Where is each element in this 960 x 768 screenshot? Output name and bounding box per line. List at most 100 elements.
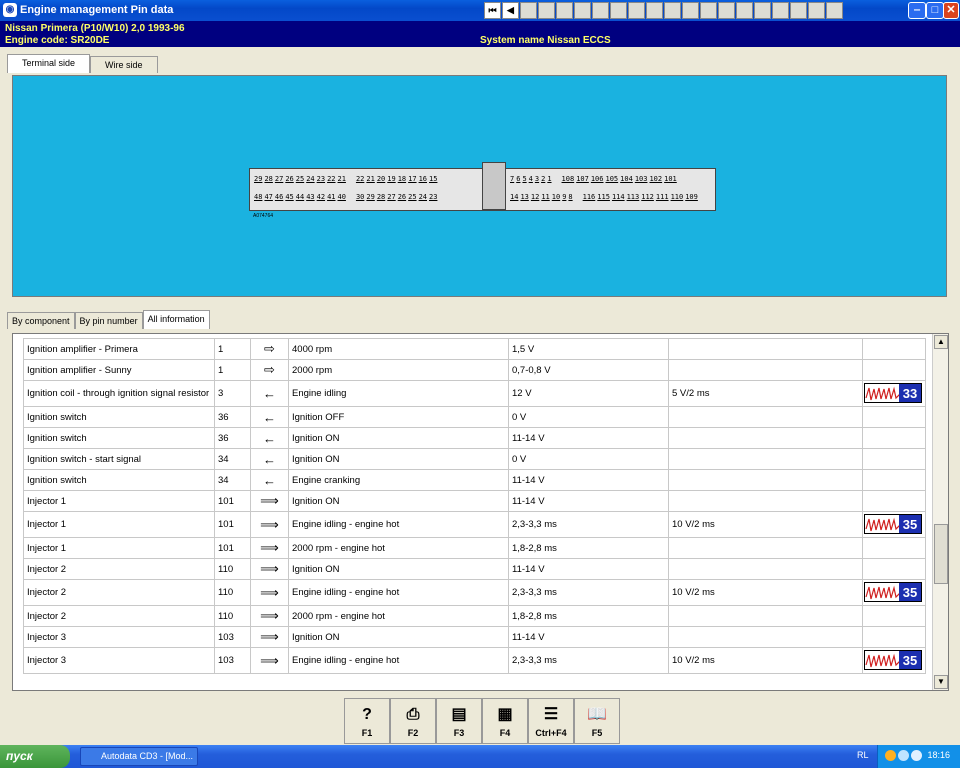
tool-icon[interactable] [664,2,681,19]
app-icon: ◉ [3,3,17,17]
component-cell: Injector 1 [23,511,215,538]
info-icon[interactable] [754,2,771,19]
fkey-label: F3 [453,728,465,738]
tab-by-pin-number[interactable]: By pin number [74,312,143,329]
table-row[interactable]: Ignition amplifier - Primera 1 ⇨ 4000 rpm 1,… [23,338,926,360]
wrench-icon[interactable] [556,2,573,19]
waveform-cell[interactable]: 35 [862,579,926,606]
table-row[interactable]: Ignition amplifier - Sunny 1 ⇨ 2000 rpm 0,7-… [23,359,926,381]
table-row[interactable]: Injector 2 110 ⟹ 2000 rpm - engine hot 1,8-2… [23,605,926,627]
fkey-button-f3[interactable]: ▤ F3 [436,698,482,744]
connector-pin: 110 [670,193,684,201]
tab-by-component[interactable]: By component [7,312,75,329]
table-row[interactable]: Ignition switch 34 ← Engine cranking 11-14 V [23,469,926,491]
calendar-icon[interactable] [718,2,735,19]
printer-icon[interactable] [898,750,909,761]
waveform-button[interactable]: 35 [864,649,922,670]
copy-icon: ▤ [451,706,467,723]
connector-pin: 104 [620,175,633,183]
table-row[interactable]: Injector 1 101 ⟹ Engine idling - engine hot… [23,511,926,538]
component-cell: Ignition switch - start signal [23,448,215,470]
check-icon[interactable] [682,2,699,19]
key-icon[interactable] [808,2,825,19]
belt-icon[interactable] [628,2,645,19]
vehicle-info-bar: Nissan Primera (P10/W10) 2,0 1993-96 Eng… [0,21,960,47]
cdrom-icon[interactable] [790,2,807,19]
component-cell: Ignition switch [23,469,215,491]
maximize-button[interactable]: □ [926,2,944,19]
gauge-icon[interactable] [592,2,609,19]
book-icon[interactable] [538,2,555,19]
waveform-cell[interactable]: 35 [862,647,926,674]
list-tabs: By component By pin number All informati… [7,310,210,329]
fkey-button-f1[interactable]: ? F1 [344,698,390,744]
component-icon[interactable] [646,2,663,19]
pin-cell: 101 [214,490,251,512]
pin-cell: 110 [214,605,251,627]
table-row[interactable]: Ignition switch - start signal 34 ← Ignitio… [23,448,926,470]
connector-pin: 13 [520,193,529,201]
clock-icon[interactable] [574,2,591,19]
fkey-button-f5[interactable]: 📖 F5 [574,698,620,744]
waveform-cell [862,406,926,428]
scroll-down-icon[interactable]: ▼ [934,675,948,689]
tab-terminal-side[interactable]: Terminal side [7,54,91,73]
connector-key [482,162,506,210]
page-icon[interactable] [610,2,627,19]
connector-pin: 113 [626,193,640,201]
window-titlebar: ◉ Engine management Pin data ⏮ ◀ ‒ □ ✕ [0,0,960,21]
table-row[interactable]: Ignition switch 36 ← Ignition ON 11-14 V [23,427,926,449]
scope-setting-cell [668,406,863,428]
taskbar-item-autodata[interactable]: Autodata CD3 - [Mod... [80,747,198,766]
warning-icon[interactable] [520,2,537,19]
close-button[interactable]: ✕ [943,2,959,19]
waveform-cell[interactable]: 33 [862,380,926,407]
table-row[interactable]: Ignition coil - through ignition signal … [23,380,926,407]
waveform-button[interactable]: 35 [864,513,922,534]
connector-pin: 24 [306,175,315,183]
scope-setting-cell [668,469,863,491]
waveform-cell[interactable]: 35 [862,511,926,538]
fkey-button-f4[interactable]: ▦ F4 [482,698,528,744]
vertical-scrollbar[interactable]: ▲ ▼ [932,334,948,690]
scroll-thumb[interactable] [934,524,948,584]
fkey-button-ctrl-f4[interactable]: ☰ Ctrl+F4 [528,698,574,744]
network-icon[interactable] [885,750,896,761]
waveform-button[interactable]: 33 [864,382,922,403]
table-row[interactable]: Injector 3 103 ⟹ Engine idling - engine hot… [23,647,926,674]
service-icon[interactable] [772,2,789,19]
note-icon[interactable] [826,2,843,19]
fkey-button-f2[interactable]: ⎙ F2 [390,698,436,744]
table-row[interactable]: Injector 2 110 ⟹ Engine idling - engine hot… [23,579,926,606]
first-icon[interactable]: ⏮ [484,2,501,19]
connector-pin: 40 [337,193,346,201]
table-row[interactable]: Injector 2 110 ⟹ Ignition ON 11-14 V [23,558,926,580]
battery-icon[interactable] [700,2,717,19]
language-indicator[interactable]: RL [857,750,869,760]
condition-cell: Ignition ON [288,558,509,580]
minimize-button[interactable]: ‒ [908,2,926,19]
start-button[interactable]: пуск [0,745,70,768]
tab-wire-side[interactable]: Wire side [90,56,158,73]
waveform-icon [865,651,899,669]
connector-pin: 23 [429,193,438,201]
prev-icon[interactable]: ◀ [502,2,519,19]
table-row[interactable]: Injector 3 103 ⟹ Ignition ON 11-14 V [23,626,926,648]
tab-all-information[interactable]: All information [142,310,210,329]
pin-cell: 34 [214,469,251,491]
table-row[interactable]: Ignition switch 36 ← Ignition OFF 0 V [23,406,926,428]
pin-cell: 34 [214,448,251,470]
waveform-button[interactable]: 35 [864,581,922,602]
value-cell: 11-14 V [508,626,669,648]
volume-icon[interactable] [911,750,922,761]
connector-pin: 21 [366,175,375,183]
fkey-label: Ctrl+F4 [535,728,567,738]
direction-icon: ⟹ [250,537,289,559]
connector-pin: 2 [541,175,546,183]
table-row[interactable]: Injector 1 101 ⟹ Ignition ON 11-14 V [23,490,926,512]
spanner-icon[interactable] [736,2,753,19]
direction-icon: ← [250,448,289,470]
scope-setting-cell [668,338,863,360]
table-row[interactable]: Injector 1 101 ⟹ 2000 rpm - engine hot 1,8-2… [23,537,926,559]
scroll-up-icon[interactable]: ▲ [934,335,948,349]
